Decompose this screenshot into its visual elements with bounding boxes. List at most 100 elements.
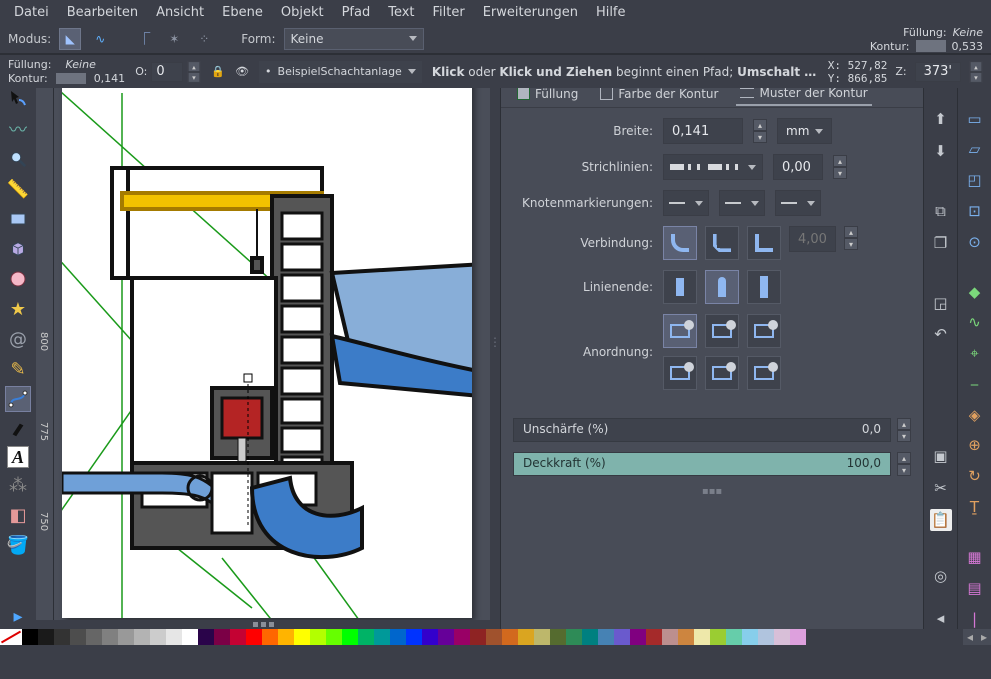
snap-nodes-icon[interactable]: ◆ bbox=[964, 281, 986, 302]
miter-limit-input[interactable]: 4,00 bbox=[789, 226, 836, 252]
menu-edit[interactable]: Bearbeiten bbox=[59, 3, 146, 22]
zoom-input[interactable]: 373' bbox=[915, 62, 961, 82]
palette-swatch[interactable] bbox=[598, 629, 614, 645]
tool-measure[interactable]: 📏 bbox=[5, 176, 31, 202]
spin-up[interactable]: ▴ bbox=[844, 226, 858, 238]
palette-swatch[interactable] bbox=[198, 629, 214, 645]
palette-swatch[interactable] bbox=[758, 629, 774, 645]
dock-splitter[interactable]: ⋮ bbox=[490, 54, 500, 629]
palette-swatch[interactable] bbox=[358, 629, 374, 645]
tool-paint-bucket[interactable]: 🪣 bbox=[5, 532, 31, 558]
arrow-down-icon[interactable]: ⬇ bbox=[930, 140, 952, 162]
menu-help[interactable]: Hilfe bbox=[588, 3, 634, 22]
palette-swatch[interactable] bbox=[86, 629, 102, 645]
tool-node-editor[interactable] bbox=[5, 86, 31, 112]
mode-bezier-regular[interactable]: ◣ bbox=[59, 28, 81, 50]
tool-3dbox[interactable] bbox=[5, 236, 31, 262]
snap-line-mid-icon[interactable]: ◈ bbox=[964, 404, 986, 425]
palette-swatch[interactable] bbox=[486, 629, 502, 645]
palette-swatch[interactable] bbox=[550, 629, 566, 645]
palette-swatch[interactable] bbox=[518, 629, 534, 645]
join-round-button[interactable] bbox=[663, 226, 697, 260]
duplicate-icon[interactable]: ▣ bbox=[930, 445, 952, 467]
join-bevel-button[interactable] bbox=[705, 226, 739, 260]
layer-select[interactable]: • BeispielSchachtanlage bbox=[259, 61, 422, 83]
palette-swatch[interactable] bbox=[22, 629, 38, 645]
menu-layer[interactable]: Ebene bbox=[214, 3, 271, 22]
tool-calligraphy[interactable] bbox=[5, 416, 31, 442]
opacity-slider[interactable]: Deckkraft (%) 100,0 bbox=[513, 452, 891, 476]
stroke-width-input[interactable]: 0,141 bbox=[663, 118, 743, 144]
cap-square-button[interactable] bbox=[747, 270, 781, 304]
order-2-button[interactable] bbox=[705, 314, 739, 348]
spin-up[interactable]: ▴ bbox=[897, 452, 911, 464]
menu-filters[interactable]: Filter bbox=[425, 3, 473, 22]
palette-swatch[interactable] bbox=[582, 629, 598, 645]
snap-icon[interactable]: ◎ bbox=[930, 565, 952, 587]
snap-object-center-icon[interactable]: ⊕ bbox=[964, 435, 986, 456]
palette-swatch[interactable] bbox=[566, 629, 582, 645]
palette-swatch[interactable] bbox=[710, 629, 726, 645]
palette-swatch[interactable] bbox=[342, 629, 358, 645]
spin-down[interactable]: ▾ bbox=[897, 430, 911, 442]
palette-swatch[interactable] bbox=[678, 629, 694, 645]
palette-swatch[interactable] bbox=[310, 629, 326, 645]
snap-center-icon[interactable]: ⊙ bbox=[964, 231, 986, 252]
palette-swatch[interactable] bbox=[182, 629, 198, 645]
snap-grid-icon[interactable]: ▤ bbox=[964, 577, 986, 598]
tool-ellipse[interactable] bbox=[5, 266, 31, 292]
palette-swatch[interactable] bbox=[662, 629, 678, 645]
clipboard-icon[interactable]: 📋 bbox=[930, 509, 952, 531]
spin-down[interactable]: ▾ bbox=[970, 72, 983, 83]
dash-offset-input[interactable]: 0,00 bbox=[773, 154, 823, 180]
spin-up[interactable]: ▴ bbox=[970, 61, 983, 72]
panel-expand-icon[interactable]: ◂ bbox=[930, 607, 952, 629]
marker-start-select[interactable] bbox=[663, 190, 709, 216]
palette-swatch[interactable] bbox=[262, 629, 278, 645]
snap-edge-icon[interactable]: ▱ bbox=[964, 139, 986, 160]
palette-swatch[interactable] bbox=[790, 629, 806, 645]
spin-down[interactable]: ▾ bbox=[833, 167, 847, 179]
order-3-button[interactable] bbox=[747, 314, 781, 348]
order-1-button[interactable] bbox=[663, 314, 697, 348]
palette-swatch[interactable] bbox=[230, 629, 246, 645]
menu-extensions[interactable]: Erweiterungen bbox=[475, 3, 586, 22]
spin-up[interactable]: ▴ bbox=[833, 155, 847, 167]
spin-down[interactable]: ▾ bbox=[188, 72, 201, 83]
palette-swatch[interactable] bbox=[630, 629, 646, 645]
form-select[interactable]: Keine bbox=[284, 28, 424, 50]
palette-swatch[interactable] bbox=[694, 629, 710, 645]
order-4-button[interactable] bbox=[663, 356, 697, 390]
snap-midpoint-icon[interactable]: ⊡ bbox=[964, 200, 986, 221]
mode-paraxial[interactable]: ✶ bbox=[163, 28, 185, 50]
palette-swatch[interactable] bbox=[534, 629, 550, 645]
tool-rectangle[interactable] bbox=[5, 206, 31, 232]
palette-swatch[interactable] bbox=[742, 629, 758, 645]
fill-value[interactable]: Keine bbox=[953, 26, 983, 39]
menu-text[interactable]: Text bbox=[380, 3, 422, 22]
marker-end-select[interactable] bbox=[775, 190, 821, 216]
palette-none-swatch[interactable] bbox=[0, 629, 22, 645]
spin-down[interactable]: ▾ bbox=[844, 238, 858, 250]
mode-line[interactable]: ⎾ bbox=[133, 28, 155, 50]
palette-swatch[interactable] bbox=[438, 629, 454, 645]
menu-view[interactable]: Ansicht bbox=[148, 3, 212, 22]
palette-scroll-left[interactable]: ◂ bbox=[963, 629, 977, 645]
palette-swatch[interactable] bbox=[102, 629, 118, 645]
spin-up[interactable]: ▴ bbox=[188, 61, 201, 72]
undo-icon[interactable]: ↶ bbox=[930, 324, 952, 346]
snap-intersect-icon[interactable]: ⌖ bbox=[964, 343, 986, 364]
spin-up[interactable]: ▴ bbox=[897, 418, 911, 430]
tool-eraser[interactable]: ◧ bbox=[5, 502, 31, 528]
stroke-swatch[interactable] bbox=[916, 40, 946, 52]
tool-pencil[interactable]: ✎ bbox=[5, 356, 31, 382]
palette-swatch[interactable] bbox=[406, 629, 422, 645]
group-icon[interactable]: ◲ bbox=[930, 292, 952, 314]
toolbox-expand[interactable]: ▸ bbox=[5, 603, 31, 629]
snap-text-icon[interactable]: Ṯ bbox=[964, 497, 986, 518]
palette-swatch[interactable] bbox=[166, 629, 182, 645]
palette-swatch[interactable] bbox=[246, 629, 262, 645]
tool-star[interactable]: ★ bbox=[5, 296, 31, 322]
palette-swatch[interactable] bbox=[70, 629, 86, 645]
palette-swatch[interactable] bbox=[390, 629, 406, 645]
